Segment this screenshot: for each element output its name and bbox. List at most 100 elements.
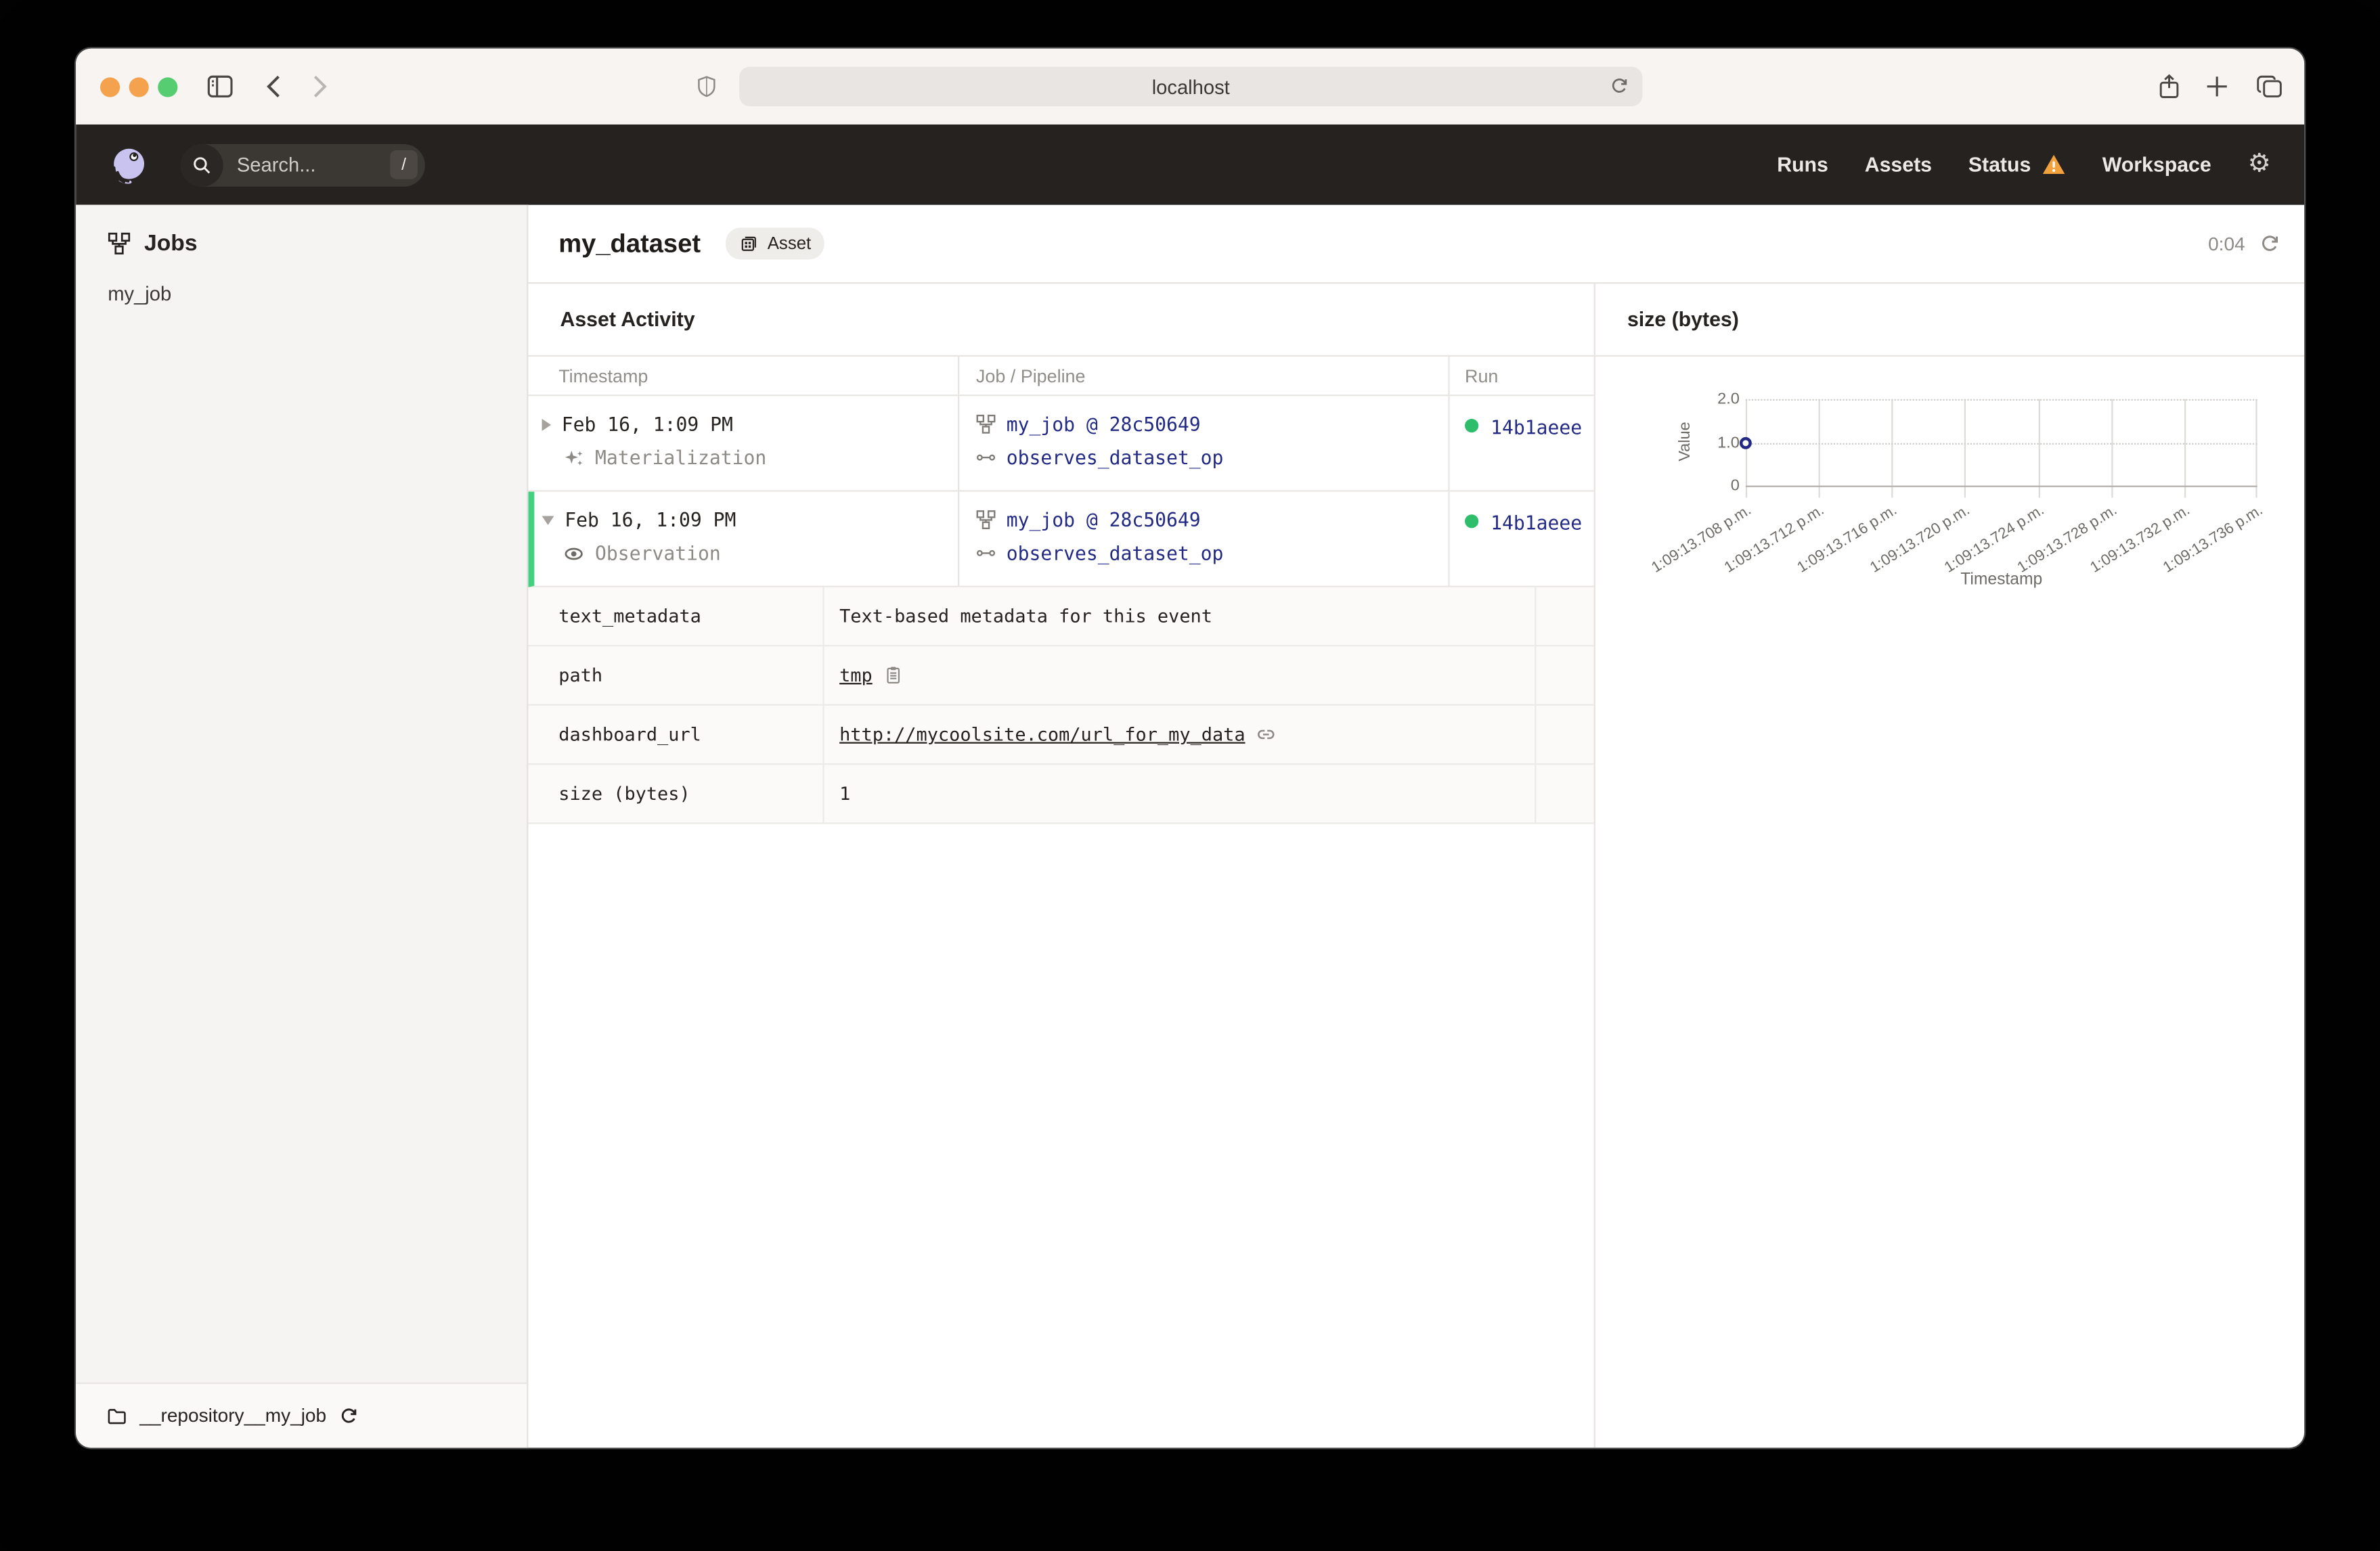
col-job-pipeline: Job / Pipeline bbox=[958, 356, 1448, 395]
url-text: localhost bbox=[1151, 75, 1230, 98]
x-axis-line bbox=[1745, 485, 2257, 487]
sidebar-item-my-job[interactable]: my_job bbox=[76, 282, 527, 305]
event-type-label: Observation bbox=[595, 541, 721, 565]
external-link-icon[interactable] bbox=[1256, 724, 1277, 745]
op-icon bbox=[976, 448, 996, 468]
page-title: my_dataset bbox=[558, 228, 701, 258]
sidebar-toggle-icon[interactable] bbox=[206, 74, 234, 99]
repository-name: __repository__my_job bbox=[139, 1405, 327, 1426]
event-metadata-table: text_metadata Text-based metadata for th… bbox=[528, 587, 1594, 824]
chart-body: 2.0 1.0 0 Value 1:09:13.708 p.m. 1:09:13… bbox=[1595, 357, 2304, 1447]
gridline bbox=[1745, 399, 2257, 401]
job-link[interactable]: my_job @ 28c50649 bbox=[1007, 508, 1201, 531]
zoom-window-button[interactable] bbox=[158, 77, 178, 97]
search-input[interactable]: Search... / bbox=[180, 143, 425, 186]
metadata-row: path tmp bbox=[528, 646, 1594, 706]
event-timestamp: Feb 16, 1:09 PM bbox=[565, 508, 736, 531]
gridline bbox=[2037, 399, 2040, 498]
chart-plot: 2.0 1.0 0 Value 1:09:13.708 p.m. 1:09:13… bbox=[1649, 390, 2266, 589]
gridline bbox=[2111, 399, 2113, 498]
jobs-section-header: Jobs bbox=[76, 205, 527, 256]
path-link[interactable]: tmp bbox=[839, 665, 873, 685]
asset-tag: Asset bbox=[724, 227, 825, 260]
dagster-logo[interactable] bbox=[109, 145, 148, 184]
metadata-row: size (bytes) 1 bbox=[528, 765, 1594, 824]
job-icon bbox=[976, 414, 996, 434]
gridline bbox=[1964, 399, 1966, 498]
asset-title-bar: my_dataset Asset 0:04 bbox=[528, 205, 2305, 284]
op-link[interactable]: observes_dataset_op bbox=[1007, 542, 1224, 565]
dashboard-url-link[interactable]: http://mycoolsite.com/url_for_my_data bbox=[839, 724, 1245, 745]
tab-overview-icon[interactable] bbox=[2255, 74, 2283, 99]
gridline bbox=[1745, 442, 2257, 444]
asset-activity-panel: Asset Activity Timestamp Job / Pipeline … bbox=[528, 284, 1594, 1447]
observation-eye-icon bbox=[563, 543, 584, 564]
metadata-row: text_metadata Text-based metadata for th… bbox=[528, 587, 1594, 647]
run-id-link[interactable]: 14b1aeee bbox=[1491, 415, 1582, 439]
top-nav: Runs Assets Status Workspace ⚙ bbox=[1777, 151, 2271, 177]
back-icon[interactable] bbox=[265, 74, 282, 99]
close-window-button[interactable] bbox=[100, 77, 120, 97]
share-icon[interactable] bbox=[2157, 73, 2182, 100]
run-id-link[interactable]: 14b1aeee bbox=[1491, 512, 1582, 535]
materialization-icon bbox=[563, 447, 584, 468]
activity-table-header: Timestamp Job / Pipeline Run bbox=[528, 355, 1594, 397]
copy-path-icon[interactable] bbox=[883, 665, 902, 685]
asset-tag-label: Asset bbox=[767, 234, 812, 253]
asset-activity-heading: Asset Activity bbox=[560, 308, 695, 331]
refresh-countdown: 0:04 bbox=[2208, 233, 2245, 254]
gridline bbox=[2255, 399, 2257, 498]
app-header: Search... / Runs Assets Status Workspace… bbox=[76, 124, 2305, 205]
chart-point[interactable] bbox=[1739, 436, 1752, 449]
warning-triangle-icon bbox=[2042, 153, 2066, 176]
metadata-value: Text-based metadata for this event bbox=[839, 605, 1212, 627]
col-run: Run bbox=[1448, 356, 1593, 395]
expand-caret-icon[interactable] bbox=[542, 418, 552, 430]
nav-runs[interactable]: Runs bbox=[1777, 153, 1828, 176]
asset-tag-icon bbox=[739, 233, 758, 253]
metadata-row: dashboard_url http://mycoolsite.com/url_… bbox=[528, 705, 1594, 765]
forward-icon[interactable] bbox=[311, 74, 328, 99]
op-link[interactable]: observes_dataset_op bbox=[1007, 446, 1224, 469]
nav-status[interactable]: Status bbox=[1968, 153, 2066, 176]
screen: localhost Search... / Runs Assets Status… bbox=[0, 0, 2380, 1551]
col-timestamp: Timestamp bbox=[558, 365, 648, 386]
browser-toolbar: localhost bbox=[76, 48, 2305, 125]
gridline bbox=[2184, 399, 2186, 498]
folder-icon bbox=[106, 1406, 127, 1426]
repository-footer: __repository__my_job bbox=[76, 1382, 527, 1448]
search-shortcut-badge: / bbox=[390, 150, 418, 179]
activity-row-materialization[interactable]: Feb 16, 1:09 PM Materialization my_job @… bbox=[528, 396, 1594, 492]
repository-reload-icon[interactable] bbox=[338, 1406, 358, 1426]
op-icon bbox=[976, 543, 996, 563]
event-type-label: Materialization bbox=[595, 446, 767, 469]
event-timestamp: Feb 16, 1:09 PM bbox=[561, 412, 733, 436]
gridline bbox=[1818, 399, 1820, 498]
reload-icon[interactable] bbox=[1609, 76, 1629, 97]
run-success-dot bbox=[1465, 418, 1479, 433]
refresh-icon[interactable] bbox=[2259, 233, 2280, 254]
x-axis-title: Timestamp bbox=[1960, 570, 2043, 589]
browser-window: localhost Search... / Runs Assets Status… bbox=[76, 48, 2305, 1448]
activity-row-observation[interactable]: Feb 16, 1:09 PM Observation my_job @ 28c… bbox=[528, 491, 1594, 587]
privacy-shield-icon[interactable] bbox=[697, 74, 716, 99]
nav-workspace[interactable]: Workspace bbox=[2102, 153, 2211, 176]
collapse-caret-icon[interactable] bbox=[542, 515, 554, 524]
minimize-window-button[interactable] bbox=[129, 77, 149, 97]
chart-title: size (bytes) bbox=[1595, 284, 2305, 357]
job-icon bbox=[976, 510, 996, 529]
gear-icon[interactable]: ⚙ bbox=[2248, 151, 2271, 177]
jobs-icon bbox=[108, 232, 131, 255]
y-tick-label: 2.0 bbox=[1717, 390, 1740, 409]
jobs-section-title: Jobs bbox=[144, 230, 198, 256]
job-link[interactable]: my_job @ 28c50649 bbox=[1007, 413, 1201, 436]
search-icon bbox=[180, 143, 223, 186]
y-tick-label: 0 bbox=[1730, 476, 1740, 495]
nav-assets[interactable]: Assets bbox=[1865, 153, 1932, 176]
y-axis-title: Value bbox=[1675, 422, 1694, 462]
metadata-value: 1 bbox=[839, 783, 851, 805]
search-placeholder: Search... bbox=[236, 153, 316, 177]
address-bar[interactable]: localhost bbox=[739, 66, 1643, 106]
new-tab-icon[interactable] bbox=[2205, 75, 2228, 98]
left-sidebar: Jobs my_job __repository__my_job bbox=[76, 204, 529, 1448]
